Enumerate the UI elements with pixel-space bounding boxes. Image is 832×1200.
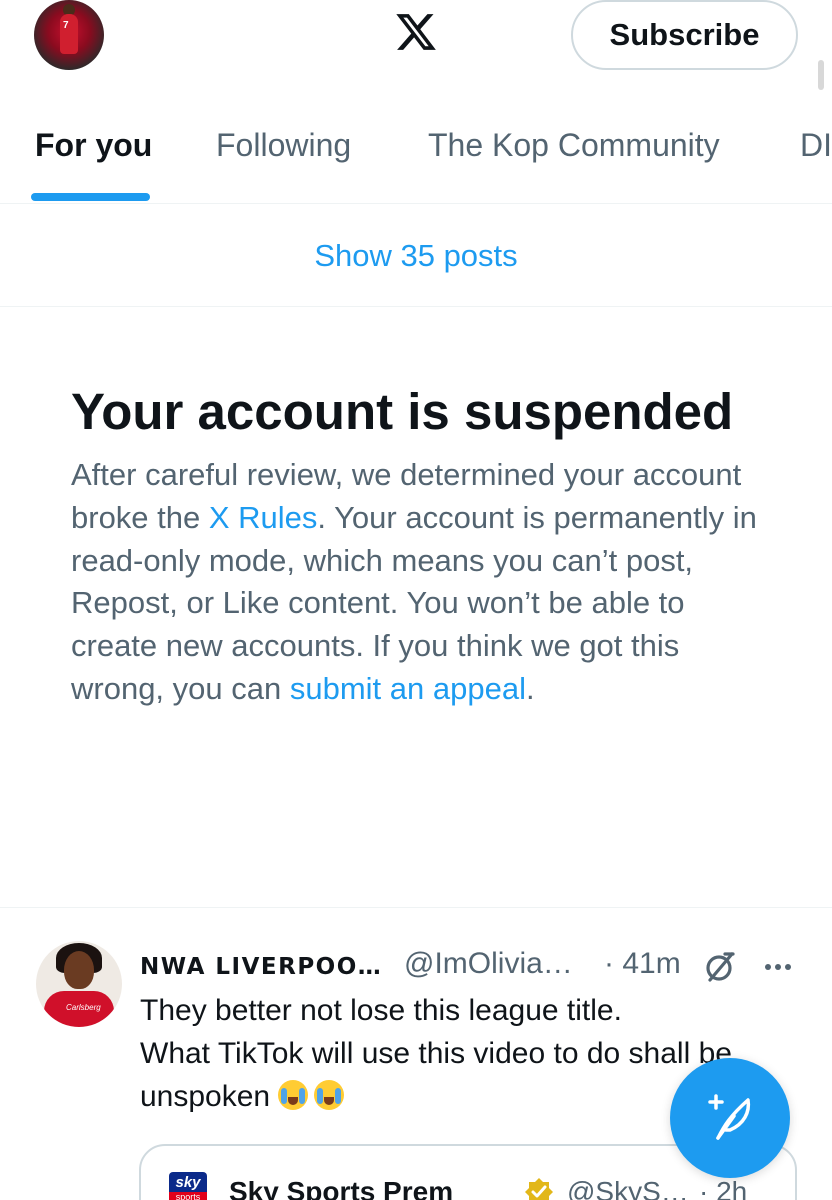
scroll-indicator — [818, 60, 824, 90]
show-posts-label: Show 35 posts — [314, 237, 518, 273]
top-bar: 7 Subscribe — [0, 0, 832, 90]
tab-following[interactable]: Following — [216, 127, 351, 164]
quoted-author-name[interactable]: Sky Sports Prem — [229, 1176, 453, 1200]
timeline-tabs: For you Following The Kop Community DI — [0, 100, 832, 204]
submit-appeal-link[interactable]: submit an appeal — [290, 671, 526, 706]
tab-the-kop-community[interactable]: The Kop Community — [428, 127, 720, 164]
tweet-author-name[interactable]: NWA LIVERPOO… — [140, 954, 382, 980]
subscribe-button[interactable]: Subscribe — [571, 0, 798, 70]
notice-body-text-3: . — [525, 670, 535, 706]
avatar-shirt-logo: Carlsberg — [66, 1003, 101, 1012]
profile-avatar[interactable]: 7 — [34, 0, 104, 70]
grok-icon[interactable] — [702, 949, 738, 985]
x-rules-link[interactable]: X Rules — [209, 500, 318, 535]
sky-logo-text: sky — [175, 1174, 201, 1191]
sky-sports-logo-icon: sky sports — [169, 1172, 207, 1200]
compose-post-button[interactable] — [670, 1058, 790, 1178]
quoted-tweet-timestamp[interactable]: · 2h — [699, 1176, 747, 1200]
x-logo-icon[interactable] — [394, 10, 438, 54]
quoted-author-handle[interactable]: @SkyS… — [567, 1176, 689, 1200]
suspension-notice: Your account is suspended After careful … — [71, 380, 771, 711]
feather-plus-icon — [708, 1094, 751, 1140]
tears-of-joy-emoji-icon — [314, 1080, 345, 1110]
active-tab-indicator — [31, 193, 150, 201]
more-horizontal-icon[interactable] — [760, 949, 796, 985]
tweet-text-line-1: They better not lose this league title. — [140, 994, 622, 1027]
tweet-text-line-2-text: What TikTok will use this video to do sh… — [140, 1037, 732, 1113]
tweet-author-handle[interactable]: @ImOlivia… — [404, 947, 573, 981]
tweet-author-avatar[interactable]: Carlsberg — [36, 941, 122, 1027]
verified-badge-icon — [525, 1178, 553, 1200]
show-new-posts-button[interactable]: Show 35 posts — [0, 205, 832, 307]
loudly-crying-face-emoji-icon — [278, 1080, 309, 1110]
avatar-shirt-number: 7 — [63, 20, 69, 31]
tweet-timestamp[interactable]: · 41m — [604, 947, 681, 981]
sports-logo-text: sports — [169, 1192, 207, 1200]
tab-for-you[interactable]: For you — [35, 127, 152, 164]
notice-body: After careful review, we determined your… — [71, 454, 771, 711]
tweet-header: NWA LIVERPOO… @ImOlivia… · 41m — [140, 945, 820, 985]
avatar-face — [64, 951, 94, 989]
notice-title: Your account is suspended — [71, 383, 734, 440]
tab-di[interactable]: DI — [800, 127, 832, 164]
